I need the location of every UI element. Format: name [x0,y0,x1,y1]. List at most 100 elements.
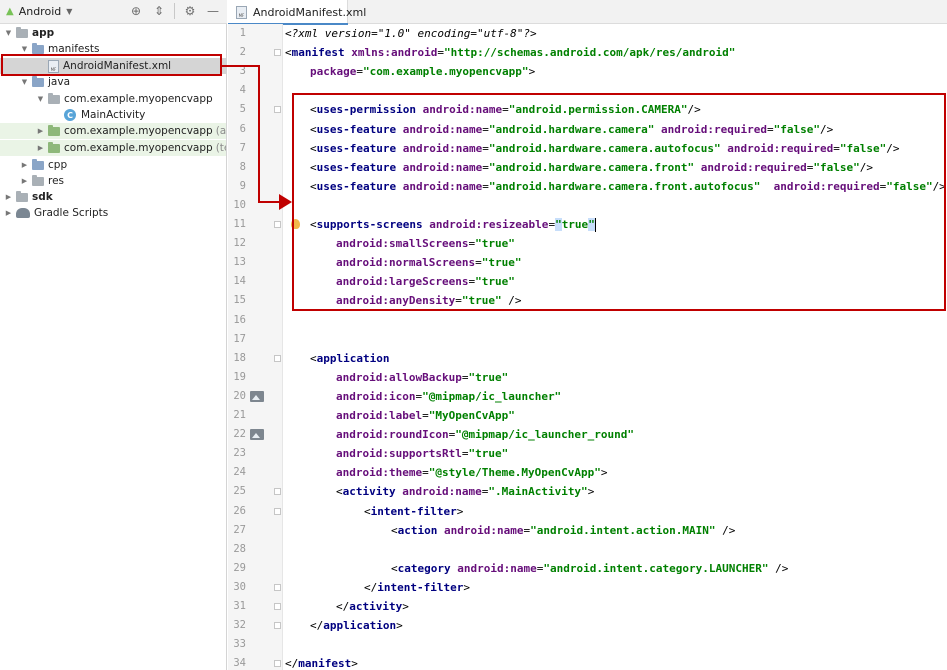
project-view-label: Android [18,5,62,18]
line-number: 2 [239,46,246,59]
line-number: 22 [233,428,246,441]
fold-marker-icon[interactable] [274,660,281,668]
tab-android-manifest[interactable]: MF AndroidManifest.xml [228,0,366,25]
fold-marker-icon[interactable] [274,603,281,610]
code-line: android:roundIcon="@mipmap/ic_launcher_r… [336,425,634,444]
code-line: </activity> [336,597,409,616]
image-preview-icon[interactable] [250,429,264,441]
code-line: android:theme="@style/Theme.MyOpenCvApp"… [336,463,608,482]
code-line: <intent-filter> [364,502,463,521]
tree-item[interactable]: ▶ cpp [0,157,226,173]
code-line: </application> [310,616,403,635]
folder-icon [48,141,60,153]
hide-icon[interactable]: — [205,3,221,19]
tree-item-label: sdk [32,191,53,203]
tree-item[interactable]: ▼ com.example.myopencvapp [0,91,226,107]
tree-item[interactable]: ▶ Gradle Scripts [0,205,226,221]
line-number: 24 [233,466,246,479]
code-token: "MyOpenCvApp" [428,409,515,422]
gear-icon[interactable]: ⚙ [182,3,198,19]
tree-item[interactable]: ▶ sdk [0,189,226,205]
project-toolbar: ▲ Android ▼ ⊕ ⇕ ⚙ — [0,0,227,24]
tree-item[interactable]: ▶ com.example.myopencvapp(test) [0,140,226,156]
code-token: = [422,409,429,422]
chevron-right-icon[interactable]: ▶ [36,144,45,152]
project-view-selector[interactable]: ▲ Android ▼ [6,5,72,18]
chevron-right-icon[interactable]: ▶ [4,193,13,201]
fold-marker-icon[interactable] [274,583,281,591]
fold-marker-icon[interactable] [274,49,281,57]
chevron-right-icon[interactable]: ▶ [36,127,45,135]
code-token: "http://schemas.android.com/apk/res/andr… [443,46,736,60]
code-token: android:theme [336,466,423,480]
code-token: android:name [443,523,524,537]
chevron-down-icon[interactable]: ▼ [4,29,13,37]
code-line: </manifest> [285,654,358,670]
tree-item[interactable]: ▼ app [0,25,226,41]
line-number: 25 [233,485,246,498]
manifest-file-icon: MF [236,5,247,19]
code-token: android:allowBackup [336,370,462,384]
code-token: application [316,351,390,365]
annotation-connector [258,65,260,202]
chevron-right-icon[interactable]: ▶ [20,177,29,185]
annotation-connector [258,201,280,203]
fold-marker-icon[interactable] [274,622,281,630]
folder-icon [32,75,44,87]
code-token: activity [349,600,403,613]
editor-tab-bar: MF AndroidManifest.xml [228,0,947,25]
line-number: 4 [239,84,246,97]
tree-item-suffix: (test) [215,142,226,154]
tree-item[interactable]: C MainActivity [0,107,226,123]
line-number: 33 [233,638,246,651]
code-token: category [397,561,458,575]
fold-marker-icon[interactable] [274,221,281,228]
line-number: 27 [233,523,246,536]
fold-marker-icon[interactable] [274,354,281,362]
code-token: = [356,65,363,79]
chevron-down-icon[interactable]: ▼ [20,78,29,86]
tree-item-label: com.example.myopencvapp [64,125,213,137]
tree-item[interactable]: ▶ com.example.myopencvapp(androidTest) [0,123,226,139]
line-number: 12 [233,237,246,250]
code-token: > [463,580,470,594]
code-token: </ [310,619,324,633]
code-token: "@style/Theme.MyOpenCvApp" [428,466,601,480]
code-line: <category android:name="android.intent.c… [391,559,788,578]
code-line: <action android:name="android.intent.act… [391,521,735,540]
code-token: < [391,561,398,575]
code-token: </ [364,580,378,594]
line-number: 32 [233,619,246,632]
annotation-box-permissions [292,93,946,311]
chevron-down-icon[interactable]: ▼ [20,45,29,53]
chevron-down-icon[interactable]: ▼ [36,95,45,103]
fold-marker-icon[interactable] [274,507,281,515]
line-number: 29 [233,561,246,574]
code-line: <manifest xmlns:android="http://schemas.… [285,43,735,62]
fold-marker-icon[interactable] [274,106,281,114]
module-folder-icon [16,190,28,202]
fold-marker-icon[interactable] [274,488,281,496]
chevron-right-icon[interactable]: ▶ [4,209,13,217]
code-token: </ [336,600,350,613]
tree-item-label: cpp [48,159,68,171]
code-token: intent-filter [377,580,464,594]
collapse-icon[interactable]: ⇕ [151,3,167,19]
code-token: android:supportsRtl [336,447,462,461]
code-token: "true" [468,370,509,384]
target-icon[interactable]: ⊕ [128,3,144,19]
chevron-right-icon[interactable]: ▶ [20,161,29,169]
code-line: <application [310,349,389,368]
arrow-right-icon [279,194,292,210]
code-line: <?xml version="1.0" encoding="utf-8"?> [285,24,537,43]
line-number: 28 [233,542,246,555]
code-token: < [391,523,398,537]
tree-item[interactable]: ▶ res [0,173,226,189]
line-number: 8 [239,160,246,173]
image-preview-icon[interactable] [250,390,264,402]
tree-item[interactable]: ▼ java [0,74,226,90]
line-number: 7 [239,141,246,154]
class-icon: C [64,109,76,121]
code-token: > [351,657,358,670]
code-token: < [364,504,371,518]
